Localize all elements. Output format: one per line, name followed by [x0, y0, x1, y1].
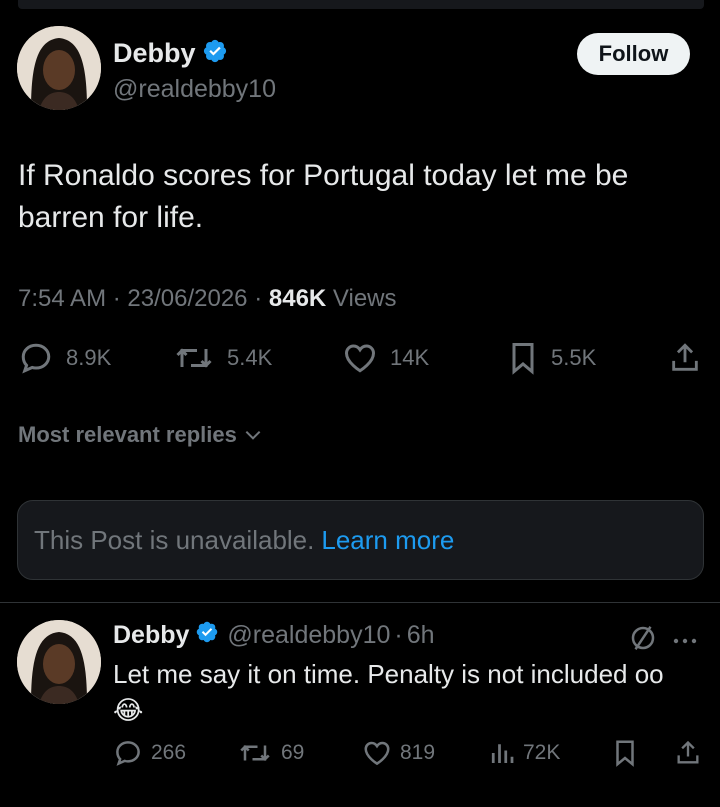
grok-icon[interactable] [628, 623, 658, 658]
post-meta: 7:54 AM · 23/06/2026 · 846K Views [18, 285, 397, 313]
views-icon [491, 744, 514, 763]
like-icon [344, 344, 376, 373]
unavailable-text: This Post is unavailable. [34, 524, 315, 555]
repost-icon [176, 348, 212, 368]
repost-count: 5.4K [227, 345, 273, 370]
chevron-down-icon [245, 430, 261, 440]
bookmark-count: 5.5K [551, 345, 597, 370]
meta-separator: · [254, 285, 263, 312]
post-text: If Ronaldo scores for Portugal today let… [18, 159, 629, 234]
meta-separator: · [112, 285, 121, 312]
laughing-emoji: 😂 [113, 695, 144, 725]
reply-repost-button[interactable]: 69 [237, 738, 304, 768]
reply-actions: 266 69 819 72K [0, 738, 720, 774]
bookmark-button[interactable]: 5.5K [507, 340, 596, 376]
repost-icon [240, 744, 270, 762]
post-actions: 8.9K 5.4K 14K 5.5K [0, 340, 720, 384]
reply-header: Debby @realdebby10 · 6h [113, 620, 435, 651]
reply-icon [116, 741, 140, 766]
reply-views-button[interactable]: 72K [489, 738, 560, 768]
author-avatar[interactable] [17, 26, 101, 110]
replies-sort-dropdown[interactable]: Most relevant replies [18, 422, 263, 448]
reply-text: Let me say it on time. Penalty is not in… [113, 656, 708, 728]
follow-button[interactable]: Follow [577, 33, 690, 75]
views-label: Views [332, 285, 397, 312]
previous-post-edge [18, 0, 704, 9]
like-count: 14K [390, 345, 430, 370]
share-icon [672, 343, 698, 371]
reply-like-button[interactable]: 819 [362, 738, 435, 768]
reply-views-count: 72K [523, 741, 561, 764]
author-name[interactable]: Debby [113, 38, 196, 69]
bookmark-icon [512, 343, 534, 375]
verified-badge-icon [202, 38, 228, 69]
divider [0, 602, 720, 603]
reply-bookmark-button[interactable] [611, 738, 639, 768]
reply-author-handle[interactable]: @realdebby10 [227, 621, 390, 650]
post-time[interactable]: 7:54 AM [18, 285, 106, 312]
share-button[interactable] [668, 340, 702, 376]
views-count[interactable]: 846K [269, 285, 326, 312]
reply-count: 8.9K [66, 345, 112, 370]
post-date[interactable]: 23/06/2026 [127, 285, 247, 312]
verified-badge-icon [195, 620, 219, 651]
reply-button[interactable]: 8.9K [18, 340, 111, 376]
reply-repost-count: 69 [281, 741, 305, 764]
repost-button[interactable]: 5.4K [173, 340, 272, 376]
reply-like-count: 819 [400, 741, 436, 764]
reply-author-avatar[interactable] [17, 620, 101, 704]
reply-icon [21, 343, 51, 374]
reply-author-name[interactable]: Debby [113, 621, 189, 650]
share-icon [677, 740, 699, 764]
learn-more-link[interactable]: Learn more [321, 525, 454, 556]
replies-sort-label: Most relevant replies [18, 422, 237, 447]
bookmark-icon [616, 740, 634, 767]
author-name-row: Debby [113, 38, 228, 69]
unavailable-post-notice: This Post is unavailable. Learn more [17, 500, 704, 580]
reply-share-button[interactable] [674, 738, 702, 768]
reply-separator: · [394, 621, 403, 649]
like-icon [364, 741, 390, 766]
more-icon[interactable] [672, 633, 698, 651]
reply-reply-button[interactable]: 266 [113, 738, 186, 768]
like-button[interactable]: 14K [342, 340, 429, 376]
author-handle[interactable]: @realdebby10 [113, 75, 276, 104]
reply-reply-count: 266 [151, 741, 187, 764]
reply-text-body: Let me say it on time. Penalty is not in… [113, 659, 664, 689]
reply-age[interactable]: 6h [407, 621, 435, 650]
